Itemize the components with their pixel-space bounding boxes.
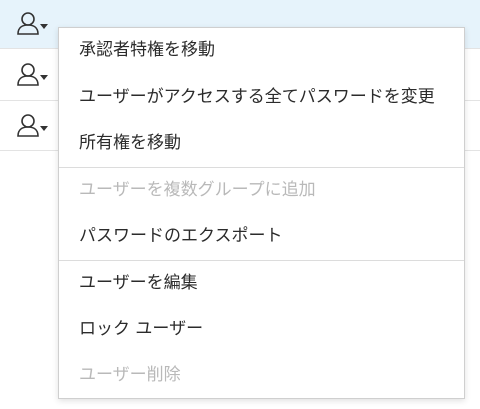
menu-divider	[59, 260, 464, 261]
menu-item-add-to-groups: ユーザーを複数グループに追加	[79, 180, 316, 200]
user-actions-button[interactable]	[16, 11, 50, 37]
user-actions-button[interactable]	[16, 62, 50, 88]
menu-divider	[59, 167, 464, 168]
menu-item-edit-user[interactable]: ユーザーを編集	[59, 263, 464, 303]
menu-item-transfer-approver[interactable]: 承認者特権を移動	[59, 30, 464, 70]
menu-item-export-passwords[interactable]: パスワードのエクスポート	[59, 216, 464, 256]
user-dropdown-icon	[17, 114, 48, 137]
user-dropdown-icon	[17, 63, 48, 86]
menu-item-delete-user: ユーザー削除	[79, 365, 181, 385]
menu-item-lock-user[interactable]: ロック ユーザー	[59, 309, 464, 349]
menu-item-change-all-passwords[interactable]: ユーザーがアクセスする全てパスワードを変更	[59, 77, 464, 117]
user-dropdown-icon	[17, 12, 48, 35]
menu-item-transfer-ownership[interactable]: 所有権を移動	[59, 123, 464, 163]
user-actions-button[interactable]	[16, 113, 50, 139]
user-context-menu: 承認者特権を移動 ユーザーがアクセスする全てパスワードを変更 所有権を移動 ユー…	[58, 27, 465, 399]
